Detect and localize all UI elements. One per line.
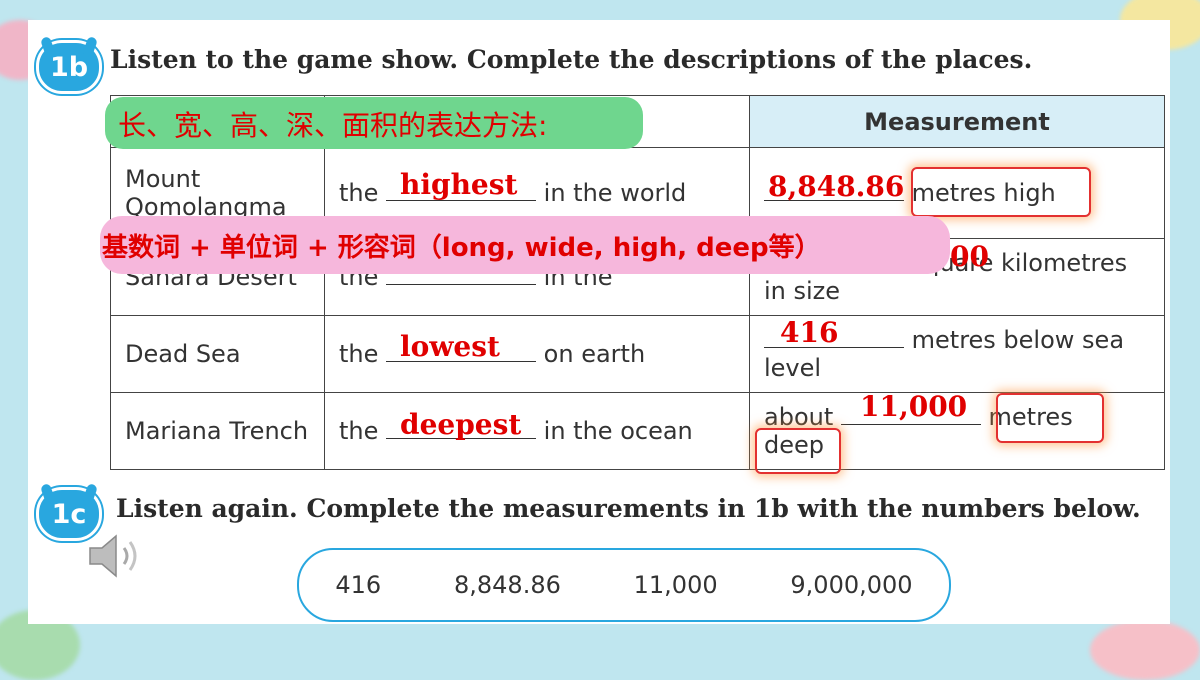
desc-post: on earth (543, 340, 646, 368)
note-green: 长、宽、高、深、面积的表达方法: (118, 109, 548, 142)
instruction-1b: Listen to the game show. Complete the de… (110, 45, 1033, 74)
badge-1b: 1b (36, 35, 102, 94)
highlight-box-deep (755, 428, 841, 474)
highlight-box-metres (996, 393, 1104, 443)
desc-post: in the world (543, 179, 687, 207)
badge-1c-label: 1c (51, 498, 87, 530)
number-option: 416 (335, 571, 382, 599)
place-name: Dead Sea (125, 340, 241, 368)
desc-pre: the (339, 179, 379, 207)
instruction-1c: Listen again. Complete the measurements … (116, 494, 1141, 523)
badge-1b-label: 1b (49, 51, 89, 83)
note-pink: 基数词 + 单位词 + 形容词（long, wide, high, deep等） (102, 233, 821, 263)
answer-number-00: 00 (950, 240, 989, 273)
answer-number-11000: 11,000 (860, 390, 968, 423)
desc-post: in the ocean (543, 417, 693, 445)
desc-pre: the (339, 417, 379, 445)
description-cell: the on earth (324, 315, 750, 393)
measure-prefix: about (764, 403, 834, 431)
table-row: Dead Sea the on earth metres below sea l… (110, 315, 1165, 393)
place-name: Mount Qomolangma (125, 165, 287, 221)
answer-number-416: 416 (780, 316, 839, 349)
highlight-box-metres-high (911, 167, 1091, 217)
answer-highest: highest (400, 168, 518, 201)
place-cell: Mariana Trench (110, 392, 325, 470)
place-cell: Dead Sea (110, 315, 325, 393)
place-name: Mariana Trench (125, 417, 309, 445)
background-leaf-bottom-right (1090, 620, 1200, 680)
description-cell: the in the ocean (324, 392, 750, 470)
number-option: 8,848.86 (453, 571, 561, 599)
header-measurement: Measurement (749, 95, 1165, 148)
number-bank: 416 8,848.86 11,000 9,000,000 (297, 548, 951, 622)
number-option: 9,000,000 (790, 571, 913, 599)
desc-pre: the (339, 340, 379, 368)
speaker-icon[interactable] (86, 528, 146, 584)
answer-lowest: lowest (400, 330, 500, 363)
answer-number-8848: 8,848.86 (768, 170, 905, 203)
answer-deepest: deepest (400, 408, 522, 441)
number-option: 11,000 (633, 571, 718, 599)
